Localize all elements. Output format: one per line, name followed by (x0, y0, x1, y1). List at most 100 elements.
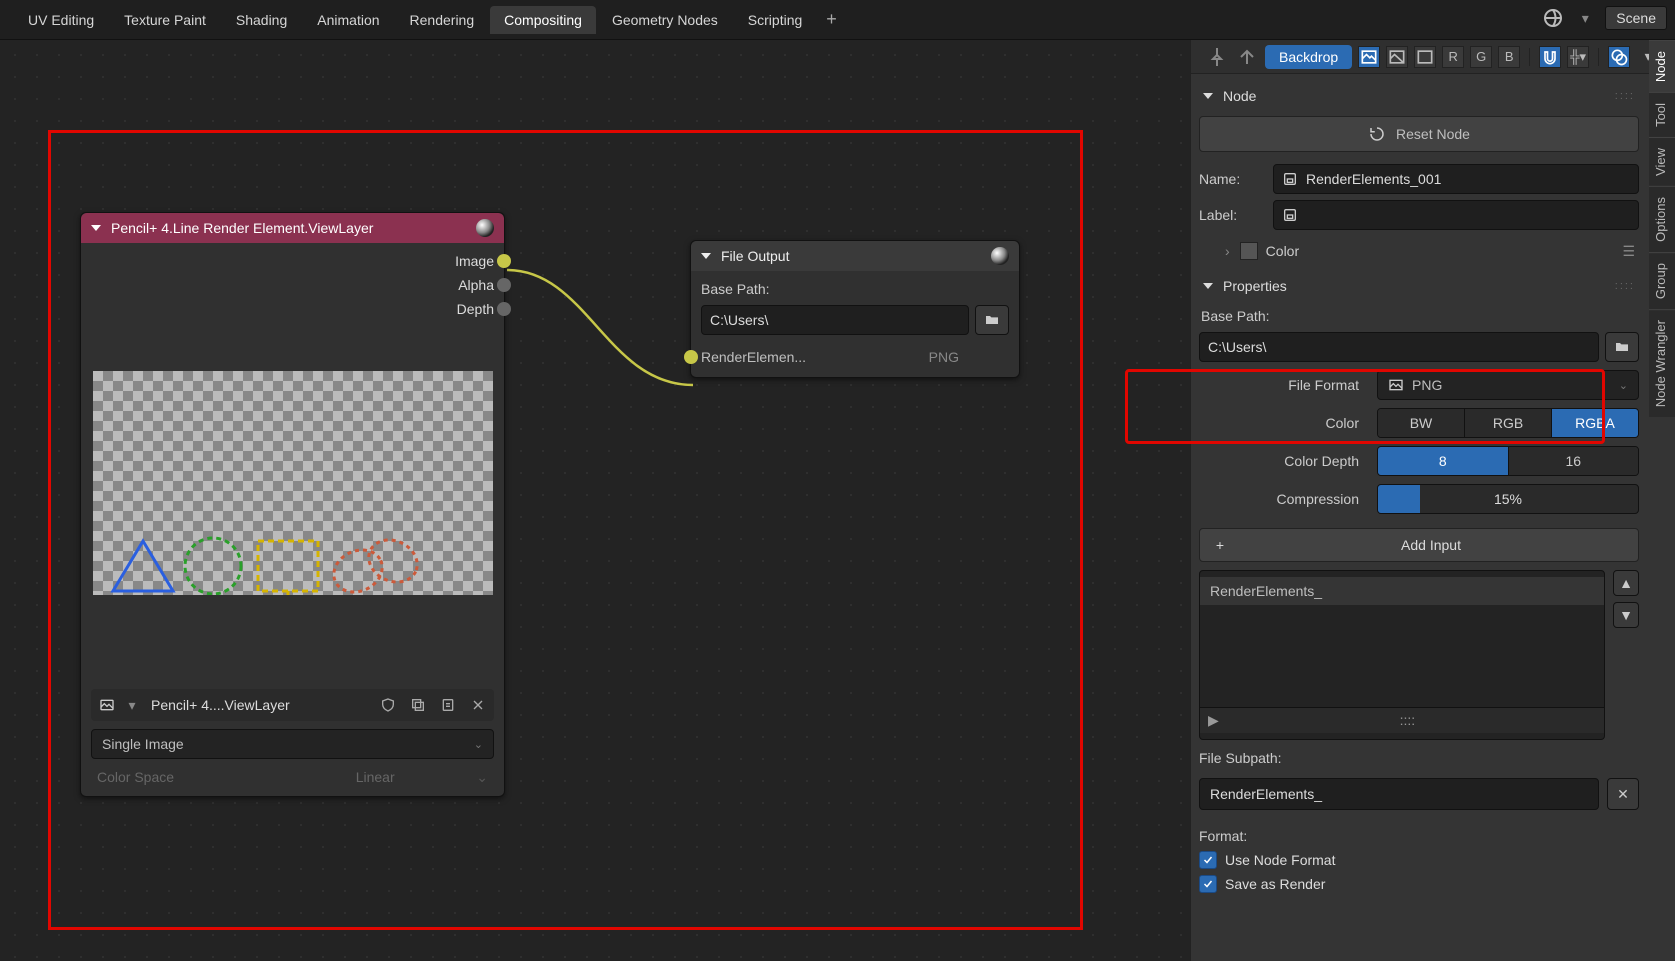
side-tab-wrangler[interactable]: Node Wrangler (1649, 309, 1675, 417)
seg-rgba[interactable]: RGBA (1551, 409, 1638, 437)
color-swatch[interactable] (1240, 242, 1258, 260)
cmp-label: Compression (1199, 491, 1369, 507)
move-up-button[interactable]: ▲ (1613, 570, 1639, 596)
colorspace-value[interactable]: Linear (356, 769, 395, 786)
n-panel: Backdrop R G B ╬▾ ▾ Node:::: Reset Node … (1190, 40, 1675, 961)
close-icon[interactable] (466, 693, 490, 717)
color-subsection[interactable]: › Color ☰ (1199, 236, 1639, 264)
tab-rendering[interactable]: Rendering (396, 6, 489, 34)
chk-use-node-format[interactable]: Use Node Format (1199, 848, 1639, 872)
chk-save-as-render[interactable]: Save as Render (1199, 872, 1639, 896)
node-pencil-line[interactable]: Pencil+ 4.Line Render Element.ViewLayer … (80, 212, 505, 797)
overlay-icon[interactable] (1608, 46, 1630, 68)
list-icon[interactable]: ☰ (1622, 243, 1635, 260)
socket-depth[interactable] (497, 302, 511, 316)
file-format-select[interactable]: PNG ⌄ (1377, 370, 1639, 400)
format-label: Format: (1199, 818, 1639, 848)
socket-alpha[interactable] (497, 278, 511, 292)
snap-toggle-icon[interactable] (1539, 46, 1561, 68)
n-panel-tabs: Node Tool View Options Group Node Wrangl… (1649, 40, 1675, 417)
seg-8[interactable]: 8 (1378, 447, 1508, 475)
display-b[interactable]: B (1498, 46, 1520, 68)
display-g[interactable]: G (1470, 46, 1492, 68)
source-select[interactable]: Single Image ⌄ (91, 729, 494, 759)
socket-alpha-label: Alpha (458, 277, 494, 293)
folder-icon[interactable] (975, 305, 1009, 335)
display-r[interactable]: R (1442, 46, 1464, 68)
base-path-label: Base Path: (701, 277, 1009, 301)
slot-format: PNG (929, 349, 1009, 365)
chevron-down-icon (701, 253, 711, 259)
node-file-output[interactable]: File Output Base Path: C:\Users\ RenderE… (690, 240, 1020, 378)
file-subpath-label: File Subpath: (1199, 740, 1639, 770)
close-icon[interactable]: ✕ (1607, 778, 1639, 810)
tab-uv[interactable]: UV Editing (14, 6, 108, 34)
display-z-icon[interactable] (1414, 46, 1436, 68)
panel-header: Backdrop R G B ╬▾ ▾ (1191, 40, 1675, 74)
reset-node-button[interactable]: Reset Node (1199, 116, 1639, 152)
socket-image[interactable] (497, 254, 511, 268)
list-item[interactable]: RenderElements_ (1200, 577, 1604, 605)
tab-animation[interactable]: Animation (303, 6, 393, 34)
tab-shading[interactable]: Shading (222, 6, 301, 34)
bp-input[interactable]: C:\Users\ (1199, 332, 1599, 362)
preview-image (93, 371, 493, 595)
side-tab-node[interactable]: Node (1649, 40, 1675, 92)
slot-name[interactable]: RenderElemen... (701, 349, 806, 365)
backdrop-button[interactable]: Backdrop (1265, 45, 1352, 69)
color-mode-segment[interactable]: BW RGB RGBA (1377, 408, 1639, 438)
add-input-button[interactable]: +Add Input (1199, 528, 1639, 562)
chevron-down-icon[interactable]: ▾ (125, 693, 139, 717)
workspace-tabs: UV Editing Texture Paint Shading Animati… (0, 0, 1675, 40)
side-tab-group[interactable]: Group (1649, 252, 1675, 309)
compression-slider[interactable]: 15% (1377, 484, 1639, 514)
folder-icon[interactable] (1605, 332, 1639, 362)
display-image-icon[interactable] (1358, 46, 1380, 68)
socket-input[interactable] (684, 350, 698, 364)
duplicate-icon[interactable] (406, 693, 430, 717)
image-name[interactable]: Pencil+ 4....ViewLayer (145, 693, 370, 717)
scene-icon[interactable] (1541, 6, 1565, 30)
section-properties[interactable]: Properties:::: (1199, 270, 1639, 302)
side-tab-view[interactable]: View (1649, 137, 1675, 186)
image-icon[interactable] (95, 693, 119, 717)
inputs-list[interactable]: RenderElements_ ▶:::: (1199, 570, 1605, 740)
snap-menu-icon[interactable]: ╬▾ (1567, 46, 1589, 68)
file-subpath-input[interactable]: RenderElements_ (1199, 778, 1599, 810)
label-input[interactable] (1273, 200, 1639, 230)
chevron-down-icon[interactable]: ▾ (1573, 6, 1597, 30)
color-depth-segment[interactable]: 8 16 (1377, 446, 1639, 476)
tab-add[interactable]: + (818, 9, 845, 30)
unlink-icon[interactable] (436, 693, 460, 717)
tab-texture[interactable]: Texture Paint (110, 6, 220, 34)
tab-scripting[interactable]: Scripting (734, 6, 816, 34)
section-node[interactable]: Node:::: (1199, 80, 1639, 112)
up-icon[interactable] (1235, 45, 1259, 69)
bp-label: Base Path: (1199, 302, 1639, 328)
node-header[interactable]: File Output (691, 241, 1019, 271)
name-input[interactable]: RenderElements_001 (1273, 164, 1639, 194)
seg-rgb[interactable]: RGB (1464, 409, 1551, 437)
side-tab-options[interactable]: Options (1649, 186, 1675, 252)
seg-16[interactable]: 16 (1508, 447, 1639, 475)
display-alpha-icon[interactable] (1386, 46, 1408, 68)
side-tab-tool[interactable]: Tool (1649, 92, 1675, 137)
node-title: File Output (721, 248, 789, 264)
tab-compositing[interactable]: Compositing (490, 6, 596, 34)
checkbox-icon[interactable] (1199, 851, 1217, 869)
node-header[interactable]: Pencil+ 4.Line Render Element.ViewLayer (81, 213, 504, 243)
checkbox-icon[interactable] (1199, 875, 1217, 893)
scene-name[interactable]: Scene (1605, 6, 1667, 30)
name-label: Name: (1199, 171, 1263, 187)
pin-icon[interactable] (1205, 45, 1229, 69)
move-down-button[interactable]: ▼ (1613, 602, 1639, 628)
play-icon[interactable]: ▶ (1208, 712, 1219, 729)
cd-label: Color Depth (1199, 453, 1369, 469)
tab-geometry[interactable]: Geometry Nodes (598, 6, 732, 34)
node-editor[interactable]: Pencil+ 4.Line Render Element.ViewLayer … (0, 40, 1190, 961)
drag-handle-icon[interactable]: :::: (1400, 712, 1416, 729)
socket-depth-label: Depth (457, 301, 494, 317)
seg-bw[interactable]: BW (1378, 409, 1464, 437)
base-path-input[interactable]: C:\Users\ (701, 305, 969, 335)
shield-icon[interactable] (376, 693, 400, 717)
